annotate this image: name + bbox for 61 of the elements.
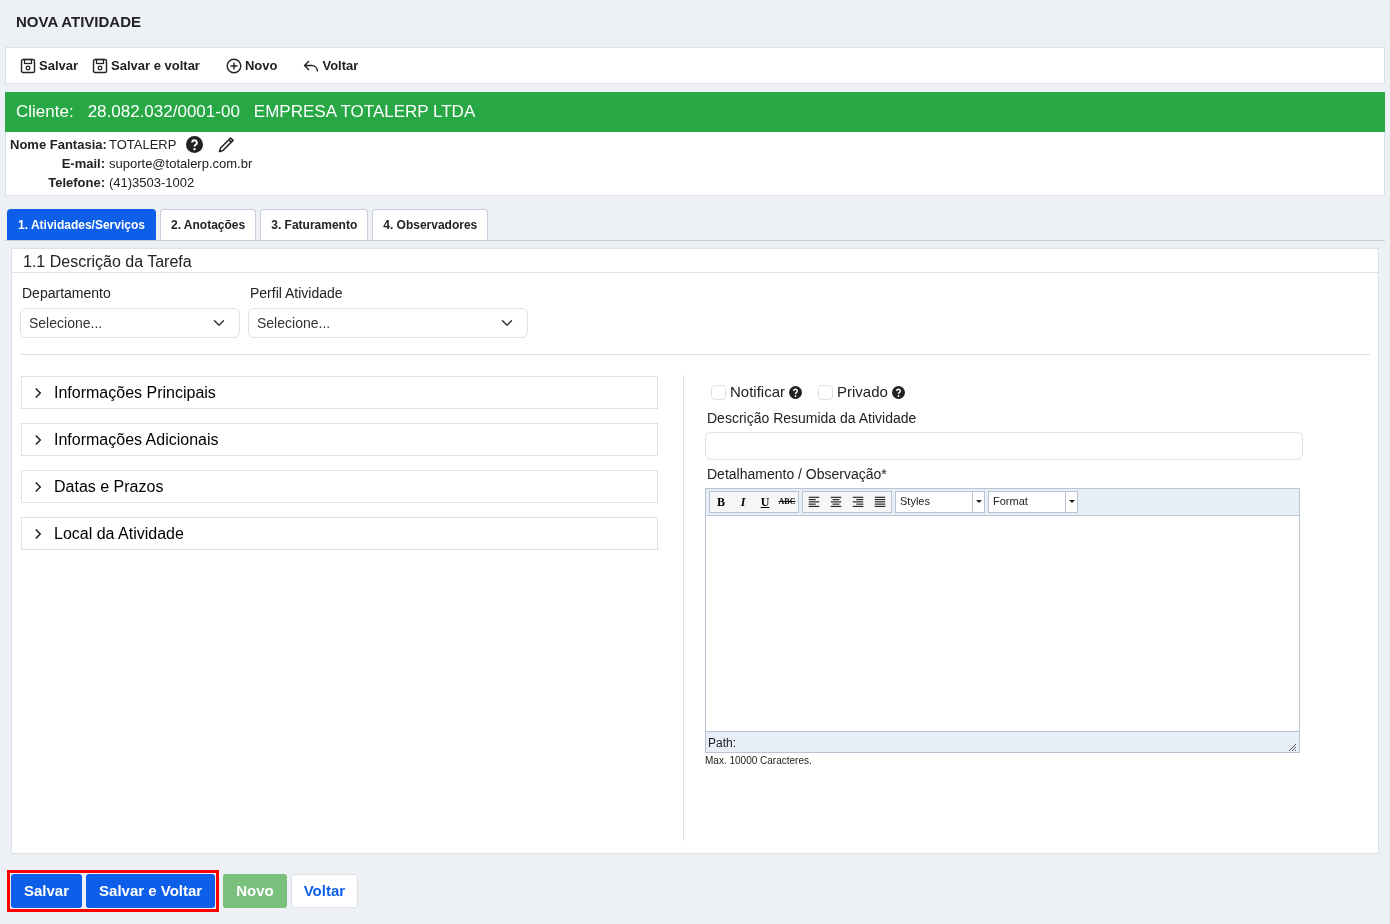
format-button[interactable]: B	[710, 491, 732, 512]
detail-label: Telefone:	[47, 174, 105, 192]
tab[interactable]: 2. Anotações	[159, 209, 257, 240]
editor-dropdown[interactable]: Format	[988, 490, 1078, 513]
caret-down-icon	[1068, 500, 1075, 503]
field-label: Departamento	[22, 284, 112, 303]
footer-button[interactable]: Voltar	[290, 874, 359, 908]
character-limit-note: Max. 10000 Caracteres.	[705, 753, 813, 768]
text-field[interactable]	[705, 431, 1303, 460]
select-field[interactable]: Selecione...	[248, 308, 528, 338]
detail-label: Nome Fantasia:	[10, 136, 105, 154]
client-document: 28.082.032/0001-00	[87, 101, 240, 124]
format-button[interactable]: U	[754, 491, 776, 512]
tab[interactable]: 1. Atividades/Serviços	[7, 209, 156, 240]
checkbox[interactable]	[818, 384, 833, 400]
detail-value: (41)3503-1002	[109, 174, 195, 192]
select-field[interactable]: Selecione...	[20, 308, 240, 338]
client-name: EMPRESA TOTALERP LTDA	[253, 101, 476, 124]
align-right-icon	[851, 494, 865, 509]
accordion-header[interactable]: Local da Atividade	[21, 517, 658, 550]
checkbox-label: Privado	[837, 382, 888, 402]
align-center-icon	[829, 494, 843, 509]
checkbox[interactable]	[711, 384, 726, 400]
align-left-icon	[807, 494, 821, 509]
footer-button[interactable]: Salvar	[11, 874, 83, 908]
footer-button[interactable]: Salvar e Voltar	[86, 874, 216, 908]
page-title: NOVA ATIVIDADE	[15, 12, 142, 32]
field-label: Descrição Resumida da Atividade	[707, 408, 918, 428]
caret-down-icon	[975, 500, 982, 503]
toolbar-button[interactable]: Salvar	[16, 55, 83, 76]
dropdown-label: Format	[993, 494, 1028, 510]
toolbar-button[interactable]: Novo	[221, 55, 282, 76]
justify-icon	[873, 494, 887, 509]
dropdown-label: Styles	[900, 494, 930, 510]
tab[interactable]: 3. Faturamento	[260, 209, 369, 240]
plus-circle-icon	[225, 57, 242, 74]
help-icon	[891, 385, 905, 399]
save-icon	[20, 57, 36, 74]
accordion-header[interactable]: Informações Adicionais	[21, 423, 658, 456]
detail-value: TOTALERP	[109, 136, 177, 154]
tab[interactable]: 4. Observadores	[372, 209, 489, 240]
accordion-header[interactable]: Informações Principais	[21, 376, 658, 409]
detail-value: suporte@totalerp.com.br	[109, 155, 253, 173]
editor-dropdown[interactable]: Styles	[895, 490, 985, 513]
help-icon	[789, 385, 802, 399]
toolbar-button[interactable]: Voltar	[299, 55, 363, 76]
help-icon	[186, 136, 204, 153]
checkbox-label: Notificar	[730, 382, 785, 402]
client-label: Cliente:	[16, 101, 74, 124]
field-label: Detalhamento / Observação*	[707, 464, 888, 484]
path-label: Path:	[708, 734, 737, 752]
format-button[interactable]: I	[732, 491, 754, 512]
save-icon	[92, 57, 109, 74]
section-title: 1.1 Descrição da Tarefa	[12, 249, 1378, 273]
resize-handle-icon	[1288, 742, 1297, 752]
pencil-icon	[217, 135, 237, 154]
field-label: Perfil Atividade	[250, 284, 344, 303]
detail-label: E-mail:	[60, 155, 105, 173]
accordion-header[interactable]: Datas e Prazos	[21, 470, 658, 503]
toolbar-button[interactable]: Salvar e voltar	[88, 55, 204, 76]
format-button[interactable]: ABC	[776, 491, 798, 512]
